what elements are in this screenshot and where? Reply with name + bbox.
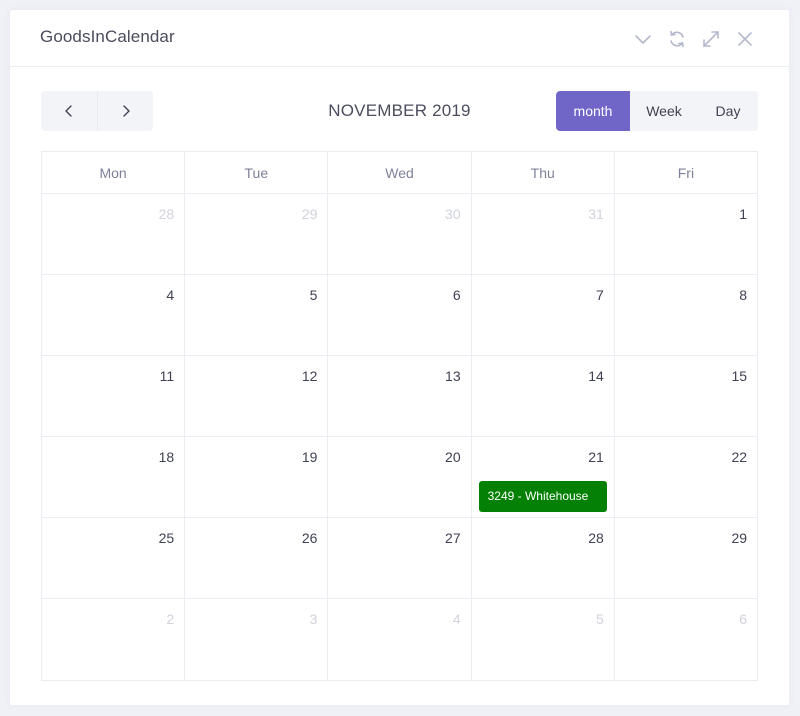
week-row: 4 5 6 7 8 [42,275,757,356]
day-cell[interactable]: 22 [613,437,757,517]
day-cell[interactable]: 12 [184,356,327,436]
day-number: 12 [301,368,318,384]
collapse-icon[interactable] [633,29,653,49]
day-number: 22 [731,449,748,465]
view-switcher: month Week Day [556,91,758,131]
weekday-label: Wed [327,152,470,193]
day-cell[interactable]: 30 [327,194,470,274]
day-cell[interactable]: 4 [42,275,184,355]
prev-month-button[interactable] [41,91,97,131]
day-number: 29 [731,530,748,546]
day-number: 21 [588,449,604,465]
panel-title: GoodsInCalendar [40,27,175,46]
day-number: 15 [731,368,748,384]
day-cell[interactable]: 29 [613,518,757,598]
nav-button-group [41,91,153,131]
day-cell[interactable]: 7 [470,275,614,355]
weekday-label: Thu [470,152,614,193]
day-cell[interactable]: 27 [327,518,470,598]
day-number: 19 [301,449,318,465]
day-cell[interactable]: 20 [327,437,470,517]
day-number: 2 [166,611,175,627]
day-cell[interactable]: 8 [613,275,757,355]
day-cell[interactable]: 4 [327,599,470,680]
day-number: 5 [596,611,604,627]
day-number: 4 [452,611,461,627]
day-cell[interactable]: 29 [184,194,327,274]
day-number: 27 [445,530,461,546]
day-cell[interactable]: 25 [42,518,184,598]
calendar-toolbar: NOVEMBER 2019 month Week Day [41,91,758,131]
day-cell[interactable]: 1 [613,194,757,274]
day-number: 18 [158,449,175,465]
weekday-label: Fri [613,152,757,193]
week-row: 11 12 13 14 15 [42,356,757,437]
day-number: 6 [739,611,748,627]
day-cell[interactable]: 28 [470,518,614,598]
day-cell[interactable]: 5 [184,275,327,355]
day-cell[interactable]: 2 [42,599,184,680]
view-month-button[interactable]: month [556,91,630,131]
day-number: 1 [739,206,748,222]
day-cell[interactable]: 21 3249 - Whitehouse [470,437,614,517]
day-cell[interactable]: 19 [184,437,327,517]
day-number: 29 [301,206,318,222]
day-number: 8 [739,287,748,303]
close-icon[interactable] [735,29,755,49]
day-cell[interactable]: 11 [42,356,184,436]
day-number: 7 [596,287,604,303]
calendar-panel: GoodsInCalendar NOVEMBER 2019 month Week… [10,10,789,705]
view-week-button[interactable]: Week [630,91,698,131]
panel-header: GoodsInCalendar [10,10,789,67]
day-cell[interactable]: 18 [42,437,184,517]
weekday-header: Mon Tue Wed Thu Fri [42,152,757,194]
day-number: 20 [445,449,461,465]
day-number: 13 [445,368,461,384]
week-row: 2 3 4 5 6 [42,599,757,680]
next-month-button[interactable] [97,91,153,131]
day-number: 14 [588,368,604,384]
view-day-button[interactable]: Day [698,91,758,131]
month-grid: Mon Tue Wed Thu Fri 28 29 30 31 1 4 5 6 … [41,151,758,681]
day-number: 11 [159,368,175,384]
day-cell[interactable]: 13 [327,356,470,436]
day-number: 28 [588,530,604,546]
day-number: 6 [452,287,461,303]
day-cell[interactable]: 5 [470,599,614,680]
fullscreen-icon[interactable] [701,29,721,49]
day-number: 26 [301,530,318,546]
day-number: 5 [309,287,318,303]
day-number: 30 [445,206,461,222]
day-cell[interactable]: 15 [613,356,757,436]
panel-tools [633,29,755,49]
refresh-icon[interactable] [667,29,687,49]
day-cell[interactable]: 6 [613,599,757,680]
chevron-left-icon [65,105,72,117]
day-cell[interactable]: 28 [42,194,184,274]
week-row: 25 26 27 28 29 [42,518,757,599]
calendar-event[interactable]: 3249 - Whitehouse [478,481,607,512]
day-number: 3 [309,611,318,627]
week-row: 28 29 30 31 1 [42,194,757,275]
day-number: 4 [166,287,175,303]
day-cell[interactable]: 14 [470,356,614,436]
weekday-label: Mon [99,164,127,181]
day-cell[interactable]: 31 [470,194,614,274]
day-cell[interactable]: 6 [327,275,470,355]
day-number: 28 [158,206,175,222]
chevron-right-icon [122,105,130,117]
day-cell[interactable]: 26 [184,518,327,598]
day-number: 25 [158,530,175,546]
week-row: 18 19 20 21 3249 - Whitehouse 22 [42,437,757,518]
day-number: 31 [588,206,604,222]
day-cell[interactable]: 3 [184,599,327,680]
weekday-label: Tue [184,152,327,193]
